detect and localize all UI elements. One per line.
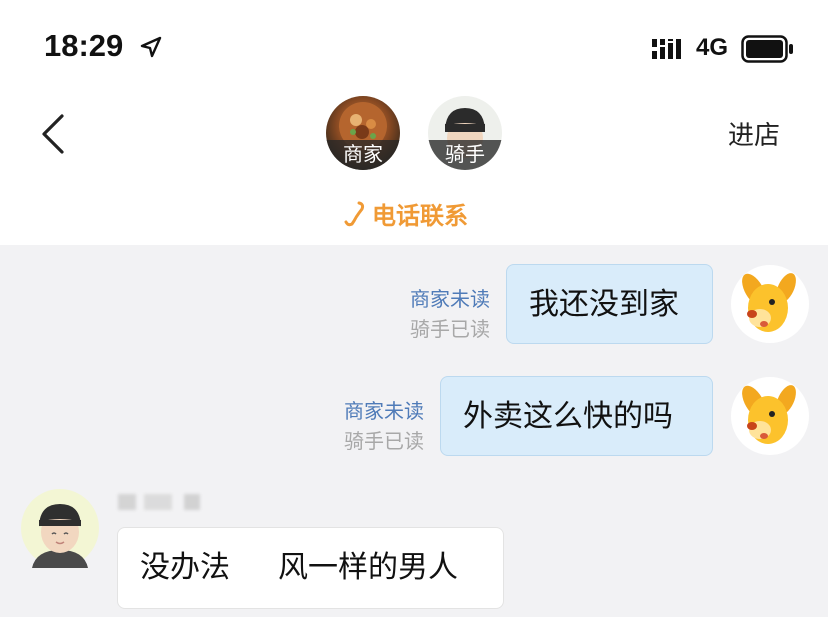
phone-icon	[344, 201, 365, 226]
user-dog-avatar-icon[interactable]	[730, 264, 810, 344]
read-status: 商家未读 骑手已读	[312, 396, 424, 456]
rider-chat-avatar-icon[interactable]	[20, 488, 100, 568]
outgoing-message-bubble[interactable]: 我还没到家	[506, 264, 713, 344]
incoming-message-bubble[interactable]: 没办法 风一样的男人	[117, 527, 504, 609]
message-text: 外卖这么快的吗	[463, 399, 673, 434]
status-time: 18:29	[44, 28, 124, 63]
rider-read-status: 骑手已读	[410, 317, 490, 341]
message-text-part1: 没办法	[140, 550, 230, 585]
outgoing-message-bubble[interactable]: 外卖这么快的吗	[440, 376, 713, 456]
read-status: 商家未读 骑手已读	[378, 284, 490, 344]
location-arrow-icon	[140, 36, 162, 58]
chat-screen: 18:29 4G 商家 骑手 进店 电话联系 商家未读 骑手已读 我还没到家 商…	[0, 0, 828, 617]
battery-icon	[741, 35, 793, 63]
phone-contact-button[interactable]: 电话联系	[344, 196, 468, 231]
sender-name-blurred	[118, 494, 200, 510]
rider-read-status: 骑手已读	[344, 429, 424, 453]
rider-avatar[interactable]: 骑手	[428, 96, 502, 170]
message-text-part2: 风一样的男人	[278, 550, 458, 585]
signal-bars-icon	[652, 39, 681, 59]
merchant-avatar[interactable]: 商家	[326, 96, 400, 170]
merchant-unread-status: 商家未读	[410, 287, 490, 311]
phone-contact-label: 电话联系	[372, 202, 468, 230]
chat-header: 18:29 4G 商家 骑手 进店 电话联系	[0, 0, 828, 245]
enter-store-button[interactable]: 进店	[728, 115, 780, 152]
merchant-unread-status: 商家未读	[344, 399, 424, 423]
message-text: 我还没到家	[529, 287, 679, 322]
rider-label: 骑手	[428, 140, 502, 170]
network-type: 4G	[696, 34, 729, 61]
chevron-left-icon[interactable]	[36, 112, 76, 156]
merchant-label: 商家	[326, 140, 400, 170]
user-dog-avatar-icon[interactable]	[730, 376, 810, 456]
